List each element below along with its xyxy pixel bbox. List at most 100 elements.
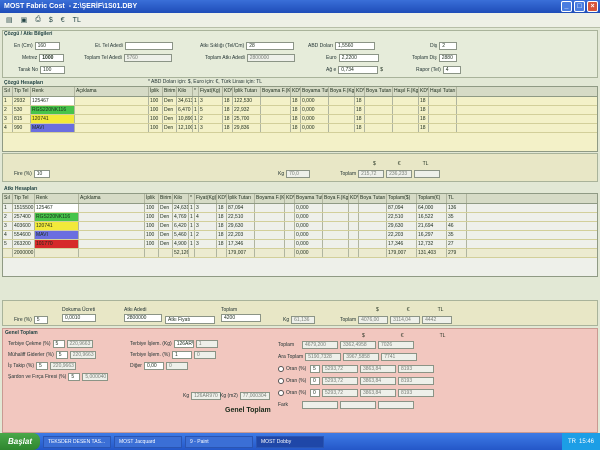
weft-fire-input[interactable]: 5 [33, 316, 48, 324]
warp-grid[interactable]: Sıl Tip Tel Renk Açıklama İplik Birim Kilo * Fiy… [2, 86, 598, 152]
genel-left-input[interactable]: 5 [52, 340, 65, 348]
task-teksder[interactable]: TEKSDER DESEN TAS... [43, 435, 112, 448]
genel-mid-input[interactable]: 126ARV [173, 340, 194, 348]
column-header[interactable]: Boyama Tutarı [295, 194, 323, 203]
table-row[interactable]: 4 990 MAVI 100 Den 12,100 1 3 18 29,836 18 0,000 18 1… [3, 124, 597, 133]
column-header[interactable]: KDV [355, 87, 365, 96]
table-row[interactable]: 3 403600 120741 100 Den 6,420 1 3 18 29,630 0,000 2… [3, 222, 597, 231]
print-icon[interactable]: ⎙ [35, 16, 41, 24]
column-header[interactable]: Sıl [3, 194, 13, 203]
dokuma-input[interactable]: 0,0010 [62, 314, 96, 322]
column-header[interactable]: KDV [217, 194, 227, 203]
table-row[interactable]: 1 2932 125467 100 Den 34,613 1 3 18 122,530 18 0,00… [3, 97, 597, 106]
table-row[interactable]: 2 530 RGS220NK116 100 Den 6,470 1 5 18 22,932 18 0,… [3, 106, 597, 115]
column-header[interactable]: İplik Tutarı [227, 194, 255, 203]
system-tray: TR 15:46 [561, 433, 600, 450]
weft-grid[interactable]: Sıl Tip Tel Renk Açıklama İplik Birim Kilo * Fiy… [2, 193, 598, 277]
minimize-button[interactable]: _ [561, 1, 572, 12]
oran-input[interactable]: 0 [310, 389, 320, 397]
lang-indicator[interactable]: TR [568, 439, 576, 445]
column-header[interactable]: Boyama F.(Kg) [255, 194, 285, 203]
table-row[interactable]: 4 554600 MAVI 100 Den 5,460 1 2 18 22,203 0,000 22,… [3, 231, 597, 240]
warp-total-tl [414, 170, 441, 178]
genel-mid-input[interactable]: 0,00 [143, 362, 164, 370]
column-header[interactable]: Haşıl F.(Kg) [393, 87, 419, 96]
save-icon[interactable]: ▣ [21, 16, 28, 24]
column-header[interactable]: KDV [349, 194, 359, 203]
column-header[interactable]: Kilo [177, 87, 193, 96]
usd-input[interactable]: 1,5560 [335, 42, 376, 50]
tarak-input[interactable]: 100 [40, 66, 66, 74]
column-header[interactable]: Haşıl Tutarı [429, 87, 457, 96]
column-header[interactable]: Boya Tutarı [365, 87, 393, 96]
en-input[interactable]: 160 [34, 42, 60, 50]
task-dobby[interactable]: MOST Dobby [256, 435, 325, 448]
column-header[interactable]: KDV [419, 87, 429, 96]
metrez-input[interactable]: 1000 [39, 54, 65, 62]
genel-mid-input[interactable]: 1 [172, 351, 193, 359]
task-paint[interactable]: 9 - Paint [185, 435, 254, 448]
column-header[interactable]: Tip Tel [13, 194, 35, 203]
column-header[interactable]: Kilo [173, 194, 189, 203]
column-header[interactable]: KDV [223, 87, 233, 96]
oran-input[interactable]: 5 [310, 365, 320, 373]
column-header[interactable]: KDV [291, 87, 301, 96]
task-jacquard[interactable]: MOST Jacquard [114, 435, 183, 448]
genel-left-input[interactable]: 5 [36, 362, 49, 370]
oran-input[interactable]: 0 [310, 377, 320, 385]
atki-fiyati-select[interactable]: Atkı Fiyatı [165, 316, 215, 324]
column-header[interactable]: Açıklama [79, 194, 145, 203]
column-header[interactable]: İplik [149, 87, 163, 96]
oran-radio[interactable] [278, 366, 284, 372]
table-cell [285, 204, 295, 212]
table-cell: 29,836 [233, 124, 261, 132]
column-header[interactable]: Birim [163, 87, 177, 96]
column-header[interactable]: Fiyat(Kg) [195, 194, 217, 203]
table-row[interactable]: 1 1515500 125467 100 Den 24,631 1 3 18 87,094 0,00… [3, 204, 597, 213]
dollar-button[interactable]: $ [49, 17, 53, 24]
euro-input[interactable]: 2,2200 [338, 54, 379, 62]
close-button[interactable]: × [587, 1, 598, 12]
euro-button[interactable]: € [61, 17, 65, 24]
genel-left-input[interactable]: 5 [55, 351, 68, 359]
column-header[interactable]: Tip Tel [13, 87, 31, 96]
column-header[interactable]: Boyama F.(Kg) [261, 87, 291, 96]
column-header[interactable]: KDV [285, 194, 295, 203]
table-row[interactable]: 5 263200 101770 100 Den 4,900 1 3 18 17,346 0,000 1… [3, 240, 597, 249]
table-row[interactable]: 3 815 120741 100 Den 10,890 1 2 18 25,700 18 0,000 1… [3, 115, 597, 124]
column-header[interactable]: Sıl [3, 87, 13, 96]
rapor-input[interactable]: 4 [442, 66, 461, 74]
column-header[interactable]: Renk [31, 87, 75, 96]
maximize-button[interactable]: □ [574, 1, 585, 12]
column-header[interactable]: Fiyat(Kg) [199, 87, 223, 96]
age-input[interactable]: 0,734 [338, 66, 379, 74]
et-tel-input[interactable] [124, 42, 173, 50]
column-header[interactable]: Renk [35, 194, 79, 203]
table-cell: 0,000 [301, 124, 329, 132]
column-header[interactable]: Toplam($) [387, 194, 417, 203]
new-icon[interactable]: ▤ [6, 16, 13, 24]
column-header[interactable]: İplik [145, 194, 159, 203]
column-header[interactable]: Toplam(€) [417, 194, 447, 203]
column-header[interactable]: Birim [159, 194, 173, 203]
column-header[interactable]: Boya F.(Kg) [329, 87, 355, 96]
column-header[interactable]: İplik Tutarı [233, 87, 261, 96]
column-header[interactable]: Boya Tutarı [359, 194, 387, 203]
oran-radio[interactable] [278, 378, 284, 384]
atki-adedi-input[interactable]: 2800000 [124, 314, 162, 322]
column-header[interactable]: Açıklama [75, 87, 149, 96]
oran-radio[interactable] [278, 390, 284, 396]
table-cell [261, 124, 291, 132]
dis-input[interactable]: 2 [439, 42, 458, 50]
toplam-dis-input[interactable]: 2880 [438, 54, 457, 62]
warp-fire-input[interactable]: 10 [33, 170, 50, 178]
column-header[interactable]: TL [447, 194, 467, 203]
table-row[interactable]: 2 257400 RGS220NK116 100 Den 4,769 1 4 18 22,510 0… [3, 213, 597, 222]
column-header[interactable]: Boya F.(Kg) [323, 194, 349, 203]
atki-sikligi-input[interactable]: 28 [246, 42, 295, 50]
start-button[interactable]: Başlat [0, 433, 41, 450]
tl-button[interactable]: TL [73, 17, 81, 24]
weft-toplam-input[interactable]: 4200 [221, 314, 261, 322]
genel-left-input[interactable]: 5 [68, 373, 81, 381]
column-header[interactable]: Boyama Tutarı [301, 87, 329, 96]
